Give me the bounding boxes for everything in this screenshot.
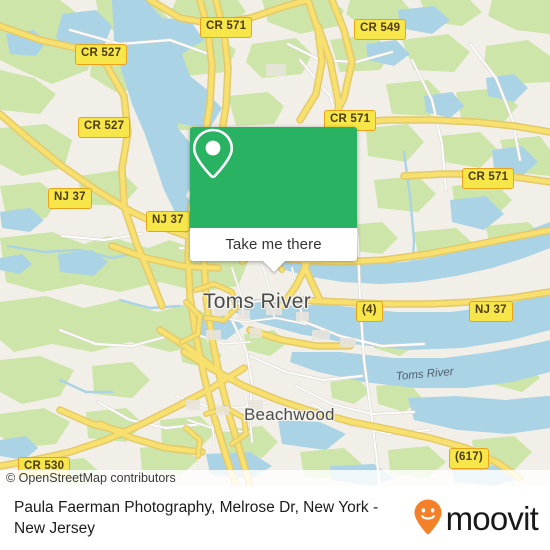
moovit-wordmark: moovit — [445, 499, 539, 537]
location-title: Paula Faerman Photography, Melrose Dr, N… — [14, 499, 379, 537]
route-shield[interactable]: (4) — [356, 301, 383, 322]
route-shield[interactable]: NJ 37 — [469, 301, 513, 322]
popup-card-header — [190, 127, 357, 228]
take-me-there-label: Take me there — [225, 236, 322, 253]
route-shield[interactable]: CR 549 — [354, 19, 407, 40]
route-shield[interactable]: NJ 37 — [146, 211, 190, 232]
route-shield[interactable]: CR 571 — [462, 168, 515, 189]
route-shield[interactable]: CR 527 — [78, 117, 131, 138]
moovit-smiley-pin-icon — [414, 499, 442, 535]
footer-bar: Paula Faerman Photography, Melrose Dr, N… — [0, 486, 550, 550]
place-label-beachwood: Beachwood — [244, 405, 335, 424]
map-attribution[interactable]: © OpenStreetMap contributors — [0, 470, 550, 486]
moovit-brand[interactable]: moovit — [413, 498, 539, 538]
route-shield[interactable]: NJ 37 — [48, 188, 92, 209]
popup-card-footer[interactable]: Take me there — [190, 228, 357, 272]
route-shield[interactable]: (617) — [449, 448, 489, 469]
route-shield[interactable]: CR 527 — [75, 44, 128, 65]
map-screenshot: .grn{fill:#cde5a8} .wtr{fill:#aad3e5} .b… — [0, 0, 550, 550]
location-popup-card[interactable]: Take me there — [190, 127, 357, 272]
place-label-toms-river: Toms River — [203, 290, 312, 313]
route-shield[interactable]: CR 571 — [200, 17, 253, 38]
map-pin-icon — [192, 128, 234, 179]
map-canvas[interactable]: .grn{fill:#cde5a8} .wtr{fill:#aad3e5} .b… — [0, 0, 550, 486]
popup-pointer-tail — [262, 261, 285, 272]
